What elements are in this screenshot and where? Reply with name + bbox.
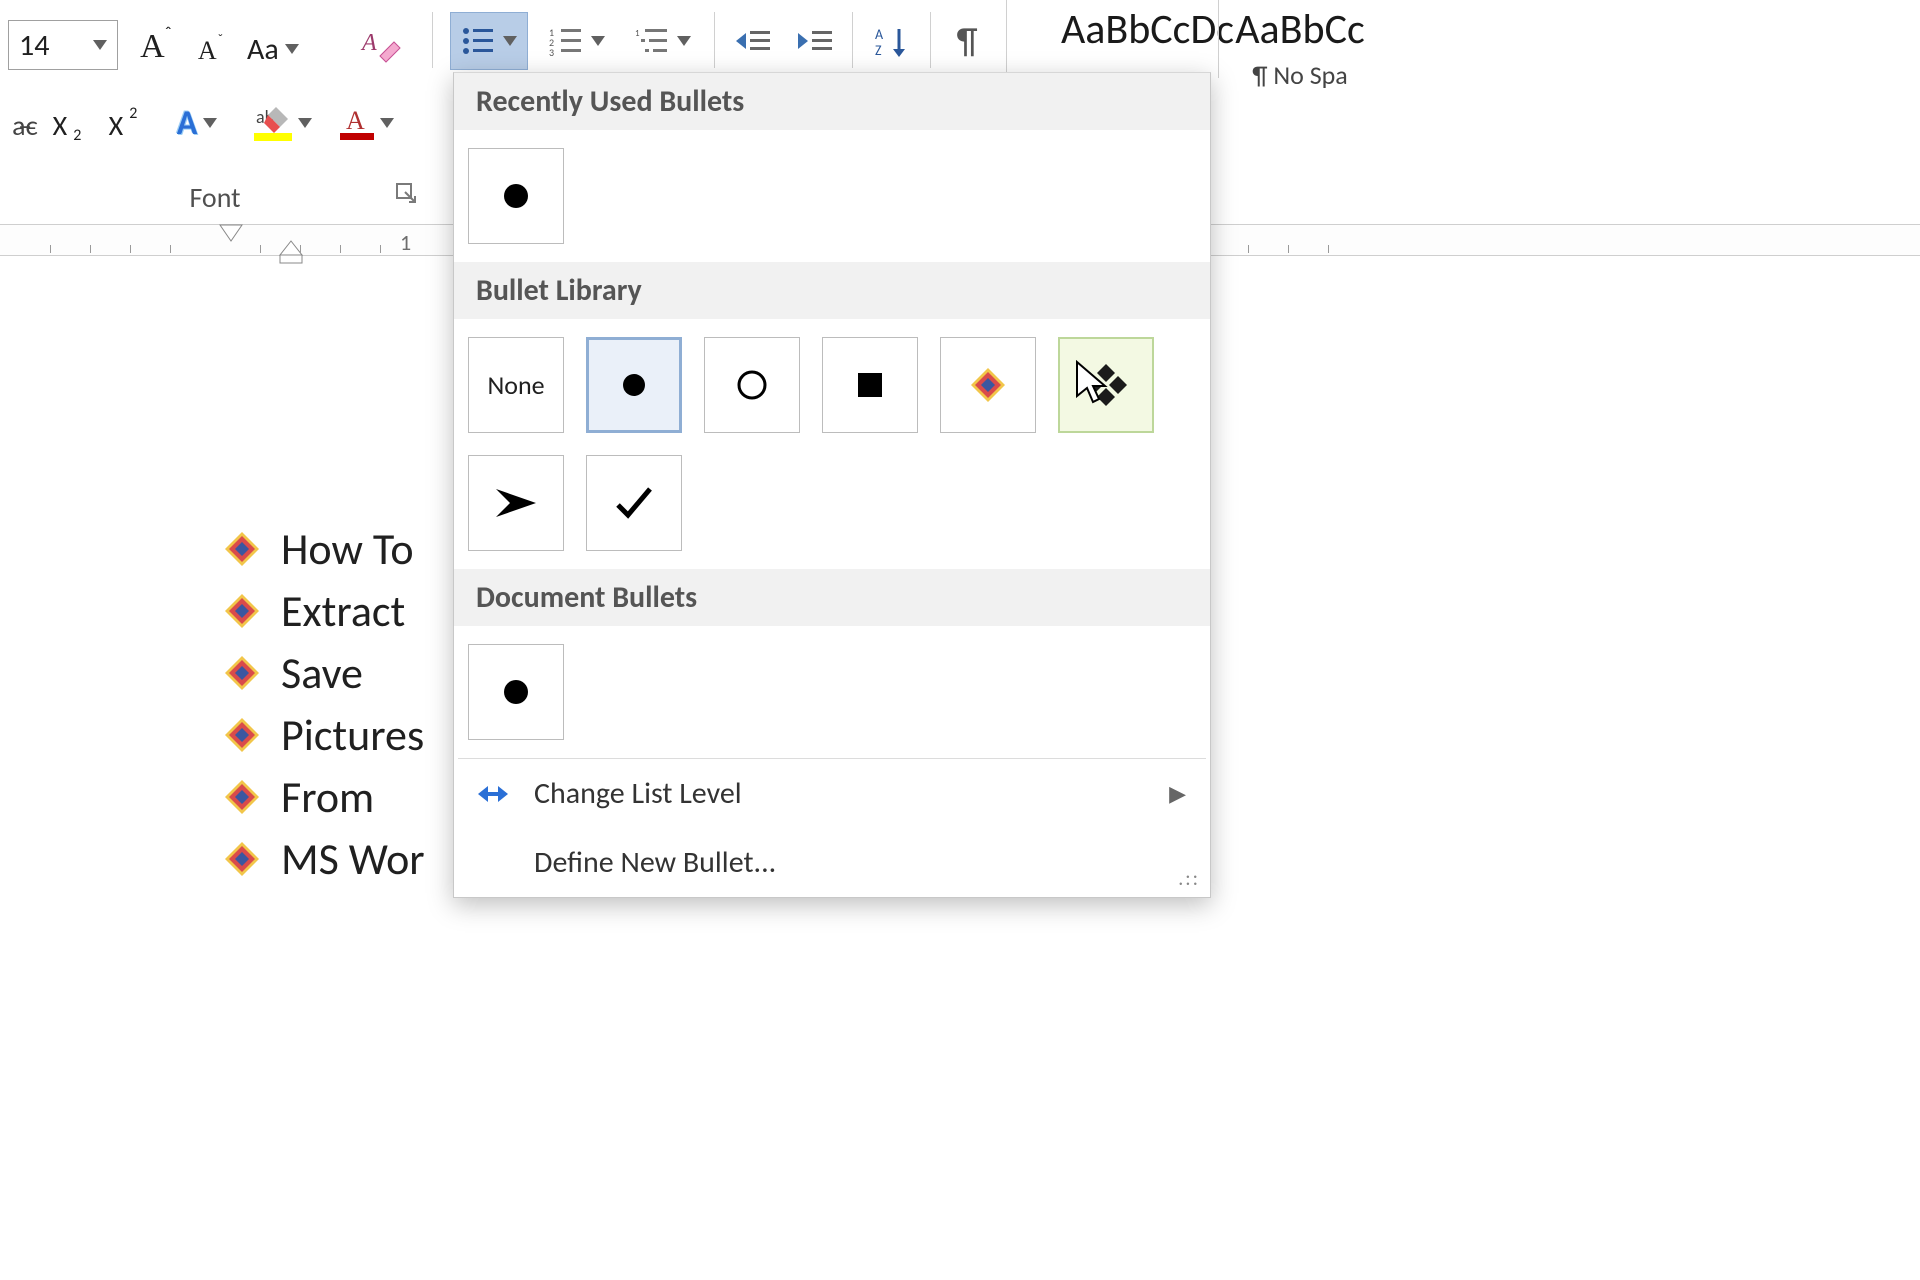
disc-icon <box>501 181 531 211</box>
custom-diamond-icon <box>971 368 1005 402</box>
document-list: How To Extract Save Pictures From MS Wor <box>225 518 425 890</box>
chevron-down-icon <box>93 40 107 50</box>
increase-indent-icon <box>798 27 834 55</box>
bullet-tile-check[interactable] <box>586 455 682 551</box>
chevron-down-icon <box>285 44 299 54</box>
arrowhead-icon <box>494 485 538 521</box>
font-color-button[interactable]: A <box>332 94 402 152</box>
show-paragraph-marks-button[interactable]: ¶ <box>942 12 992 70</box>
chevron-down-icon <box>677 36 691 46</box>
ruler-number: 1 <box>400 229 411 256</box>
subscript-button[interactable]: X2 <box>38 96 96 154</box>
change-case-label: Aa <box>247 31 279 68</box>
shrink-font-button[interactable]: A ˇ <box>184 22 242 80</box>
circle-icon <box>735 368 769 402</box>
sort-icon: AZ <box>875 25 909 57</box>
disc-icon <box>501 677 531 707</box>
style-tile-nospacing[interactable]: AaBbCc ¶ No Spa <box>1235 4 1365 99</box>
grow-font-button[interactable]: A ˆ <box>130 18 188 76</box>
square-icon <box>856 371 884 399</box>
sort-button[interactable]: AZ <box>864 12 920 70</box>
font-group-label: Font <box>0 174 430 219</box>
list-item: MS Wor <box>225 828 425 890</box>
shrink-font-icon: A <box>198 36 217 66</box>
bullet-tile-arrow[interactable] <box>468 455 564 551</box>
bullets-button[interactable] <box>450 12 528 70</box>
text-effects-icon: A <box>177 103 198 144</box>
numbering-icon: 1 2 3 <box>549 26 583 56</box>
multilevel-list-button[interactable]: 1 <box>624 12 702 70</box>
bullet-tile-custom-diamond[interactable] <box>940 337 1036 433</box>
define-new-bullet-menuitem[interactable]: Define New Bullet... <box>454 828 1210 897</box>
change-list-level-menuitem[interactable]: Change List Level ▶ <box>454 759 1210 828</box>
checkmark-icon <box>614 483 654 523</box>
first-line-indent-marker[interactable] <box>218 223 244 243</box>
custom-bullet-icon <box>225 718 259 752</box>
bullet-tile-none[interactable]: None <box>468 337 564 433</box>
bullet-tile-disc[interactable] <box>586 337 682 433</box>
change-level-icon <box>478 782 508 806</box>
decrease-indent-icon <box>736 27 772 55</box>
numbering-button[interactable]: 1 2 3 <box>538 12 616 70</box>
highlight-button[interactable]: ab <box>244 94 322 152</box>
bullet-tile-circle[interactable] <box>704 337 800 433</box>
custom-bullet-icon <box>225 780 259 814</box>
svg-text:A: A <box>875 26 884 43</box>
pilcrow-icon: ¶ <box>956 19 977 63</box>
bullet-tile-square[interactable] <box>822 337 918 433</box>
svg-text:Z: Z <box>875 42 882 57</box>
bullet-tile-4diamonds[interactable] <box>1058 337 1154 433</box>
disc-icon <box>619 370 649 400</box>
resize-grip-icon[interactable]: .:: <box>1178 867 1200 891</box>
list-item: Pictures <box>225 704 425 766</box>
list-item: Save <box>225 642 425 704</box>
list-item: From <box>225 766 425 828</box>
font-size-value: 14 <box>19 27 49 64</box>
chevron-down-icon <box>298 118 312 128</box>
section-header-document: Document Bullets <box>454 569 1210 626</box>
custom-bullet-icon <box>225 842 259 876</box>
highlight-icon: ab <box>254 105 292 141</box>
grow-font-icon: A <box>140 28 165 66</box>
clear-formatting-button[interactable]: A <box>352 18 410 76</box>
submenu-arrow-icon: ▶ <box>1169 780 1186 807</box>
bullets-icon <box>461 26 495 56</box>
custom-bullet-icon <box>225 532 259 566</box>
svg-text:1: 1 <box>635 28 640 39</box>
svg-text:A: A <box>360 30 377 56</box>
list-item: How To <box>225 518 425 580</box>
custom-bullet-icon <box>225 594 259 628</box>
svg-text:3: 3 <box>549 46 554 56</box>
bullet-tile-disc[interactable] <box>468 148 564 244</box>
chevron-down-icon <box>380 118 394 128</box>
font-size-combo[interactable]: 14 <box>8 20 118 70</box>
svg-text:A: A <box>346 106 365 135</box>
dialog-launcher-icon[interactable] <box>395 182 419 206</box>
chevron-down-icon <box>591 36 605 46</box>
text-effects-button[interactable]: A <box>162 94 232 152</box>
chevron-down-icon <box>503 36 517 46</box>
four-diamonds-icon <box>1083 362 1129 408</box>
bullets-dropdown-panel: Recently Used Bullets Bullet Library Non… <box>453 72 1211 898</box>
increase-indent-button[interactable] <box>790 12 842 70</box>
section-header-recent: Recently Used Bullets <box>454 73 1210 130</box>
list-item: Extract <box>225 580 425 642</box>
eraser-icon: A <box>360 28 402 66</box>
multilevel-icon: 1 <box>635 26 669 56</box>
section-header-library: Bullet Library <box>454 262 1210 319</box>
bullet-tile-disc[interactable] <box>468 644 564 740</box>
superscript-button[interactable]: X2 <box>94 96 152 154</box>
chevron-down-icon <box>203 118 217 128</box>
font-color-icon: A <box>340 105 374 141</box>
change-case-button[interactable]: Aa <box>240 20 320 78</box>
decrease-indent-button[interactable] <box>728 12 780 70</box>
custom-bullet-icon <box>225 656 259 690</box>
